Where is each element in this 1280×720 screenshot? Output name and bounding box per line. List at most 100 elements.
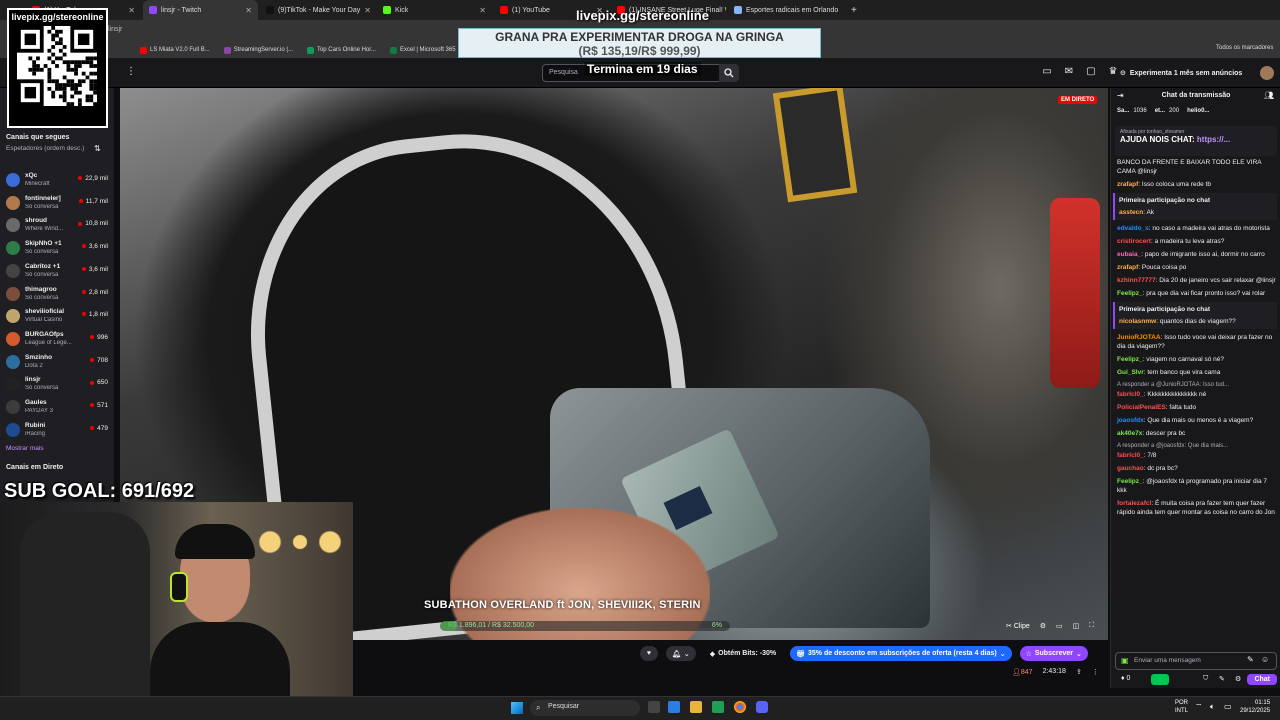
close-tab-icon[interactable]: ✕	[128, 6, 135, 15]
chat-message[interactable]: BANCO DA FRENTE E BAIXAR TODO ELE VIRA C…	[1117, 158, 1277, 176]
chat-message[interactable]: cristirocert: a madeira tu leva atras?	[1117, 237, 1277, 246]
sidebar-channel[interactable]: Rubini iRacing 479	[4, 420, 110, 442]
sidebar-channel[interactable]: shroud Where Wind... 10,8 mil	[4, 215, 110, 237]
mail-icon[interactable]: ✉	[1062, 64, 1076, 78]
sidebar-channel[interactable]: sheviiioficial Virtual Casino 1,8 mil	[4, 306, 110, 328]
chat-username[interactable]: PolicialPenalES	[1117, 404, 1166, 411]
pip-icon[interactable]: ◫	[1073, 622, 1080, 630]
browser-tab[interactable]: Esportes radicais em Orlando✕	[728, 0, 843, 20]
chat-username[interactable]: cristirocert	[1117, 238, 1151, 245]
sidebar-channel[interactable]: linsjr Só conversa 650	[4, 374, 110, 396]
taskbar-search[interactable]: ⌕ Pesquisar	[530, 700, 640, 716]
sort-order[interactable]: Espetadores (ordem desc.)	[6, 144, 86, 153]
more-menu-icon[interactable]: ⋮	[126, 66, 136, 77]
inbox-icon[interactable]: ▭	[1040, 64, 1054, 78]
chat-username[interactable]: kzhinn77777	[1117, 277, 1156, 284]
chat-username[interactable]: fabrlcl0_	[1117, 391, 1144, 398]
chat-username[interactable]: Gui_Slvr	[1117, 369, 1144, 376]
sidebar-channel[interactable]: thimagroo Só conversa 2,8 mil	[4, 284, 110, 306]
settings-icon[interactable]: ⚙	[1235, 675, 1241, 683]
bookmark[interactable]: LS Miata V2.0 Full B...	[140, 46, 210, 54]
gift-sale-button[interactable]: 🎁︎ 35% de desconto em subscrições de ofer…	[790, 646, 1012, 661]
bookmark[interactable]: Excel | Microsoft 365	[389, 46, 456, 54]
pen-icon[interactable]: ✎	[1219, 675, 1225, 683]
pinned-link[interactable]: https://...	[1197, 135, 1230, 144]
sidebar-channel[interactable]: Smzinho Dota 2 708	[4, 352, 110, 374]
whisper-icon[interactable]: ▢	[1084, 64, 1098, 78]
new-tab-icon[interactable]: +	[851, 5, 857, 16]
theatre-mode-icon[interactable]: ▭	[1056, 622, 1063, 630]
battery-icon[interactable]: ▭	[1224, 702, 1232, 711]
chat-message[interactable]: Feelipz_: @joaosfdx tá programado pra in…	[1117, 477, 1277, 495]
volume-icon[interactable]: 🔈︎	[1210, 702, 1215, 712]
sidebar-channel[interactable]: fontinneler] Só conversa 11,7 mil	[4, 193, 110, 215]
chat-message[interactable]: fortalezafcl: É muita coisa pra fazer te…	[1117, 499, 1277, 517]
app-icon[interactable]	[712, 701, 724, 713]
more-options-icon[interactable]: ⋮	[1092, 668, 1099, 676]
magic-icon[interactable]: ✎	[1247, 655, 1254, 664]
chat-username[interactable]: zrafapf	[1117, 181, 1138, 188]
chat-badge-icon[interactable]: ▣	[1121, 656, 1129, 665]
users-icon[interactable]: 👥︎	[1264, 91, 1274, 100]
chat-message[interactable]: JunioRJOTAA: Isso tudo voce vai deixar p…	[1117, 333, 1277, 351]
sidebar-channel[interactable]: Gaules PAYDAY 3 571	[4, 397, 110, 419]
chat-message[interactable]: eubaia_: papo de imigrante isso ai, dorm…	[1117, 250, 1277, 259]
user-avatar[interactable]	[1260, 66, 1274, 80]
shield-icon[interactable]: ⛉	[1203, 675, 1208, 683]
chat-message[interactable]: kzhinn77777: Dia 20 de janeiro vcs sair …	[1117, 276, 1277, 285]
chat-username[interactable]: asstecn	[1119, 209, 1143, 216]
chat-message[interactable]: fabrlcl0_: Kkkkkkkkkkkkkkk né	[1117, 390, 1277, 399]
chat-username[interactable]: edvaldo_s	[1117, 225, 1149, 232]
prime-offer-button[interactable]: ⊝ Experimenta 1 mês sem anúncios	[1120, 64, 1242, 82]
leaderboard-entry[interactable]: Sa... 1036	[1117, 108, 1147, 120]
chat-message[interactable]: gauchao: dc pra bc?	[1117, 464, 1277, 473]
sort-icon[interactable]: ⇅	[94, 144, 101, 153]
copilot-icon[interactable]	[668, 701, 680, 713]
windows-start-icon[interactable]	[511, 702, 523, 714]
close-tab-icon[interactable]: ✕	[479, 6, 486, 15]
claim-bonus-icon[interactable]	[1151, 674, 1169, 685]
bookmark[interactable]: StreamingServer.io |...	[223, 46, 293, 54]
close-tab-icon[interactable]: ✕	[245, 6, 252, 15]
task-view-icon[interactable]	[648, 701, 660, 713]
sidebar-channel[interactable]: Cabritoz +1 Só conversa 3,6 mil	[4, 261, 110, 283]
chat-message[interactable]: Primeira participação no chat asstecn: Ak	[1113, 193, 1277, 220]
chat-message[interactable]: fabrlcl0_: 7/8	[1117, 451, 1277, 460]
chat-username[interactable]: Feelipz_	[1117, 290, 1143, 297]
emote-icon[interactable]: ☺	[1261, 655, 1269, 664]
follow-button[interactable]: ♥	[640, 646, 658, 661]
settings-icon[interactable]: ⚙	[1040, 622, 1046, 630]
search-button[interactable]	[719, 64, 739, 82]
leaderboard-entry[interactable]: et... 200	[1155, 108, 1179, 120]
chat-username[interactable]: gauchao	[1117, 465, 1144, 472]
chat-username[interactable]: Feelipz_	[1117, 356, 1143, 363]
bookmark[interactable]: Top Cars Online Hor...	[306, 46, 376, 54]
sidebar-channel[interactable]: BURGAOfps League of Lege... 996	[4, 329, 110, 351]
show-more-link[interactable]: Mostrar mais	[6, 445, 44, 452]
chat-message[interactable]: edvaldo_s: no caso a madeira vai atras d…	[1117, 224, 1277, 233]
system-clock[interactable]: 01:15 29/12/2025	[1240, 699, 1270, 715]
browser-tab[interactable]: linsjr - Twitch ✕	[143, 0, 258, 20]
fullscreen-icon[interactable]: ⛶	[1089, 622, 1094, 630]
chat-message[interactable]: joaosfdx: Que dia mais ou menos é a viag…	[1117, 416, 1277, 425]
chat-message[interactable]: zrafapf: Pouca coisa po	[1117, 263, 1277, 272]
chat-username[interactable]: fortalezafcl	[1117, 500, 1151, 507]
bits-button[interactable]: ◆ Obtém Bits: -30%	[704, 646, 782, 661]
chrome-icon[interactable]	[734, 701, 746, 713]
chat-message[interactable]: Feelipz_: viagem no carnaval só né?	[1117, 355, 1277, 364]
chat-message[interactable]: Gui_Slvr: tem banco que vira cama	[1117, 368, 1277, 377]
browser-tab[interactable]: (9)TikTok - Make Your Day ✕	[260, 0, 375, 20]
all-bookmarks-button[interactable]: Todos os marcadores	[1216, 45, 1273, 51]
chat-message[interactable]: PolicialPenalES: falta tudo	[1117, 403, 1277, 412]
language-indicator[interactable]: POR INTL	[1175, 699, 1188, 715]
chat-username[interactable]: eubaia_	[1117, 251, 1141, 258]
chat-message[interactable]: ak40e7x: descer pra bc	[1117, 429, 1277, 438]
close-tab-icon[interactable]: ✕	[842, 6, 843, 15]
chat-username[interactable]: JunioRJOTAA	[1117, 334, 1161, 341]
sidebar-channel[interactable]: SkipNhO +1 Só conversa 3,6 mil	[4, 238, 110, 260]
chat-username[interactable]: nicolasnmw	[1119, 318, 1156, 325]
browser-tab[interactable]: Kick ✕	[377, 0, 492, 20]
chat-message[interactable]: Primeira participação no chat nicolasnmw:…	[1113, 302, 1277, 329]
chat-username[interactable]: zrafapf	[1117, 264, 1138, 271]
discord-icon[interactable]	[756, 701, 768, 713]
